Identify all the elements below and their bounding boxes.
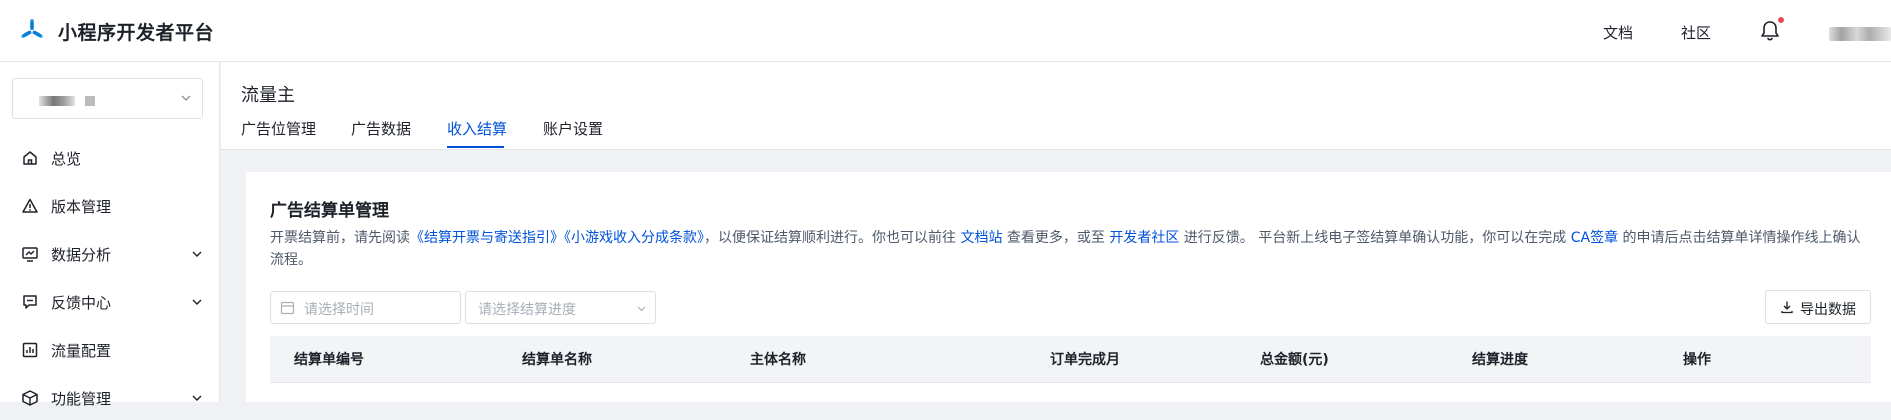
bell-icon[interactable] <box>1760 20 1780 42</box>
sidebar: 总览 版本管理 数据分析 反馈中心 流量配置 功能管理 <box>0 62 220 408</box>
notice-text: 开票结算前，请先阅读 <box>270 230 410 246</box>
brand[interactable]: 小程序开发者平台 <box>18 17 214 45</box>
col-settlement-name: 结算单名称 <box>522 352 592 368</box>
community-link[interactable]: 社区 <box>1681 22 1711 43</box>
top-bar: 小程序开发者平台 文档 社区 <box>0 0 1891 62</box>
col-actions: 操作 <box>1683 352 1711 368</box>
account-selector[interactable] <box>12 78 203 119</box>
dev-community-link[interactable]: 开发者社区 <box>1109 230 1179 246</box>
sidebar-item-feedback[interactable]: 反馈中心 <box>0 280 219 324</box>
box-icon <box>22 390 38 406</box>
section-title: 广告结算单管理 <box>270 201 389 221</box>
docs-link[interactable]: 文档 <box>1603 22 1633 43</box>
home-icon <box>23 151 37 165</box>
notification-dot <box>1778 17 1784 23</box>
date-picker[interactable]: 请选择时间 <box>270 291 461 324</box>
settlement-notice: 开票结算前，请先阅读《结算开票与寄送指引》《小游戏收入分成条款》，以便保证结算顺… <box>270 227 1870 271</box>
col-settlement-id: 结算单编号 <box>294 352 364 368</box>
col-total-amount: 总金额(元) <box>1260 352 1329 368</box>
chart-icon <box>22 247 38 262</box>
notice-text: 查看更多，或至 <box>1002 230 1110 246</box>
sidebar-item-label: 反馈中心 <box>51 293 112 312</box>
revenue-terms-link[interactable]: 《小游戏收入分成条款》 <box>564 230 704 246</box>
feedback-icon <box>23 295 37 309</box>
sidebar-item-label: 版本管理 <box>51 197 112 216</box>
active-tab-indicator <box>447 146 504 148</box>
sidebar-item-label: 功能管理 <box>51 389 112 408</box>
chevron-down-icon <box>192 395 202 401</box>
account-name-redacted <box>39 96 75 106</box>
app-title: 小程序开发者平台 <box>58 21 215 44</box>
page-title: 流量主 <box>241 85 295 106</box>
chevron-down-icon <box>637 306 646 312</box>
col-order-month: 订单完成月 <box>1050 352 1120 368</box>
progress-placeholder: 请选择结算进度 <box>478 302 576 318</box>
date-placeholder: 请选择时间 <box>304 302 374 318</box>
tab-ad-slots[interactable]: 广告位管理 <box>241 118 316 150</box>
chevron-down-icon <box>181 95 191 101</box>
settlement-card: 广告结算单管理 开票结算前，请先阅读《结算开票与寄送指引》《小游戏收入分成条款》… <box>246 172 1891 402</box>
app-logo-icon <box>21 19 43 38</box>
export-data-button[interactable]: 导出数据 <box>1765 290 1871 324</box>
chevron-down-icon <box>192 299 202 305</box>
page-header: 流量主 广告位管理 广告数据 收入结算 账户设置 <box>221 62 1891 150</box>
warning-triangle-icon <box>22 198 38 213</box>
export-data-label: 导出数据 <box>1800 302 1856 318</box>
traffic-icon <box>22 342 38 358</box>
sidebar-item-label: 数据分析 <box>51 245 112 264</box>
tab-account-settings[interactable]: 账户设置 <box>543 118 603 150</box>
sidebar-item-label: 流量配置 <box>51 341 112 360</box>
sidebar-item-analytics[interactable]: 数据分析 <box>0 232 219 276</box>
sidebar-item-traffic-config[interactable]: 流量配置 <box>0 328 219 372</box>
notice-text: ，以便保证结算顺利进行。你也可以前往 <box>704 230 961 246</box>
table-divider <box>270 382 1871 383</box>
download-icon <box>1781 301 1793 314</box>
notice-text: 进行反馈。 平台新上线电子签结算单确认功能，你可以在完成 <box>1179 230 1571 246</box>
tab-ad-data[interactable]: 广告数据 <box>351 118 411 150</box>
progress-select[interactable]: 请选择结算进度 <box>465 291 656 324</box>
account-tag-redacted <box>85 96 95 106</box>
chevron-down-icon <box>192 251 202 257</box>
col-settlement-progress: 结算进度 <box>1472 352 1528 368</box>
docs-site-link[interactable]: 文档站 <box>960 230 1002 246</box>
sidebar-item-overview[interactable]: 总览 <box>0 136 219 180</box>
sidebar-item-features[interactable]: 功能管理 <box>0 376 219 420</box>
table-header: 结算单编号 结算单名称 主体名称 订单完成月 总金额(元) 结算进度 操作 <box>270 336 1871 382</box>
user-avatar[interactable] <box>1829 27 1891 41</box>
sidebar-item-label: 总览 <box>51 149 82 168</box>
sidebar-item-versions[interactable]: 版本管理 <box>0 184 219 228</box>
col-entity-name: 主体名称 <box>750 352 806 368</box>
calendar-icon <box>280 301 295 315</box>
ca-signature-link[interactable]: CA签章 <box>1571 230 1618 246</box>
invoice-guide-link[interactable]: 《结算开票与寄送指引》 <box>410 230 564 246</box>
